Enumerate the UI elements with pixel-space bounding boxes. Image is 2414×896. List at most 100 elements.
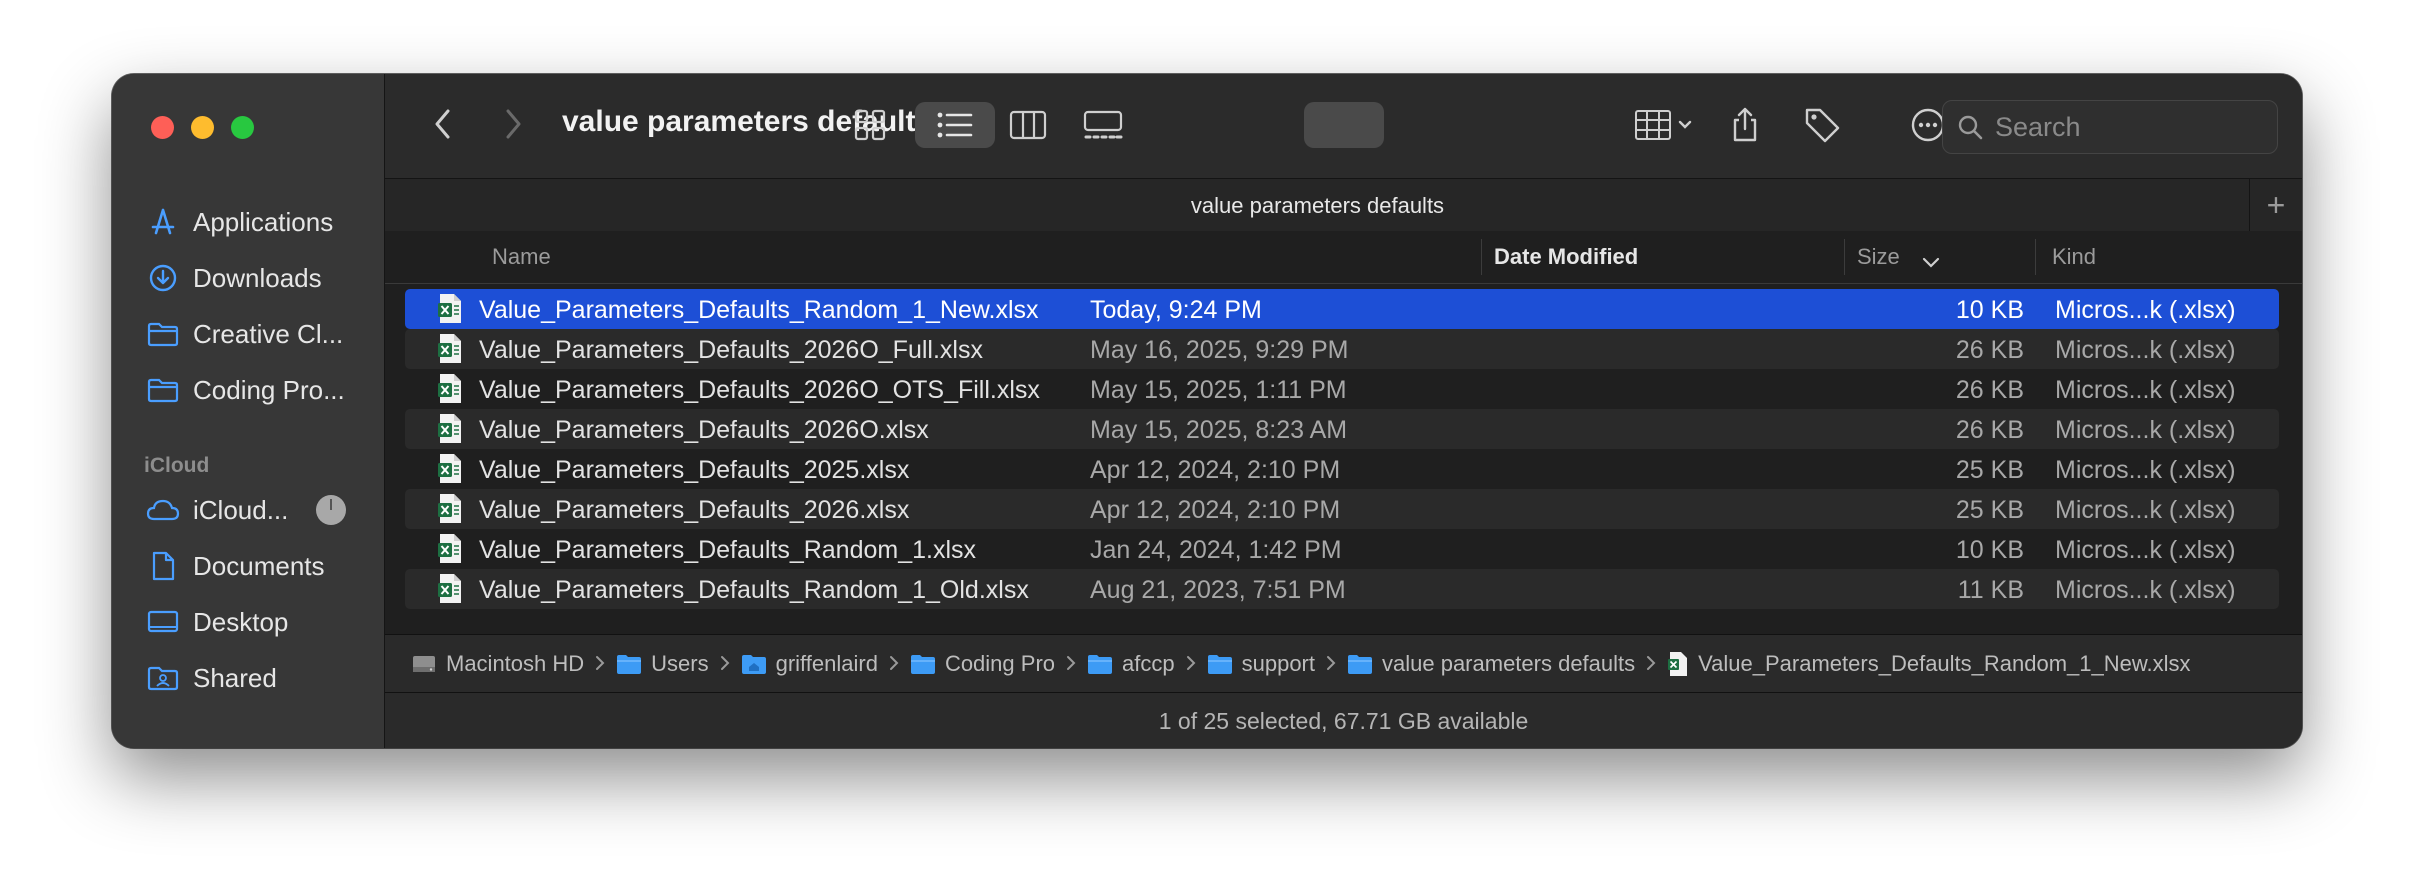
sidebar-item-documents[interactable]: Documents bbox=[146, 546, 325, 586]
gallery-view-button[interactable] bbox=[1073, 102, 1133, 148]
downloads-icon bbox=[146, 263, 180, 293]
search-placeholder: Search bbox=[1995, 111, 2081, 142]
home-folder-icon bbox=[741, 653, 767, 675]
path-separator-chevron-icon bbox=[595, 651, 605, 677]
gallery-icon bbox=[1083, 110, 1123, 139]
path-item[interactable]: Coding Pro bbox=[910, 651, 1055, 677]
file-row[interactable]: Value_Parameters_Defaults_Random_1_New.x… bbox=[405, 289, 2279, 329]
new-tab-button[interactable]: + bbox=[2249, 179, 2302, 231]
file-kind: Micros...k (.xlsx) bbox=[2055, 416, 2236, 444]
path-item[interactable]: support bbox=[1207, 651, 1315, 677]
folder-icon bbox=[1087, 653, 1113, 675]
tag-icon bbox=[1805, 108, 1840, 143]
file-size: 10 KB bbox=[1955, 296, 2024, 324]
path-item-label: Macintosh HD bbox=[446, 650, 585, 676]
path-item-label: Coding Pro bbox=[944, 650, 1056, 676]
file-kind: Micros...k (.xlsx) bbox=[2055, 456, 2236, 484]
folder-icon bbox=[616, 653, 642, 675]
file-date-modified: May 15, 2025, 1:11 PM bbox=[1090, 376, 1347, 404]
path-item[interactable]: griffenlaird bbox=[741, 651, 878, 677]
path-separator-chevron-icon bbox=[889, 651, 899, 677]
file-kind: Micros...k (.xlsx) bbox=[2055, 376, 2236, 404]
file-row[interactable]: Value_Parameters_Defaults_2025.xlsx Apr 1… bbox=[405, 449, 2279, 489]
path-item[interactable]: Value_Parameters_Defaults_Random_1_New.x… bbox=[1667, 651, 2191, 677]
sidebar-item-label: Coding Pro... bbox=[193, 374, 345, 405]
file-date-modified: Aug 21, 2023, 7:51 PM bbox=[1090, 576, 1346, 604]
sidebar-item-applications[interactable]: Applications bbox=[146, 202, 333, 242]
desktop-icon bbox=[146, 607, 180, 637]
path-item-label: support bbox=[1241, 650, 1315, 676]
path-bar: Macintosh HD Users griffenlaird Coding Pro a… bbox=[385, 634, 2302, 692]
file-row[interactable]: Value_Parameters_Defaults_2026O.xlsx May … bbox=[405, 409, 2279, 449]
file-name: Value_Parameters_Defaults_2026O_OTS_Fill… bbox=[479, 376, 1040, 404]
icloud-sync-status-icon bbox=[316, 495, 346, 525]
sidebar-item-desktop[interactable]: Desktop bbox=[146, 602, 288, 642]
sidebar-item-downloads[interactable]: Downloads bbox=[146, 258, 322, 298]
sidebar-item-icloud-drive[interactable]: iCloud... bbox=[146, 490, 288, 530]
list-view-button[interactable] bbox=[1304, 102, 1384, 148]
column-date-modified[interactable]: Date Modified bbox=[1494, 244, 1638, 270]
sidebar-item-creative-cloud[interactable]: Creative Cl... bbox=[146, 314, 343, 354]
sort-chevron-icon[interactable] bbox=[1922, 249, 1940, 275]
search-field[interactable]: Search bbox=[1942, 100, 2278, 154]
sidebar-item-coding-projects[interactable]: Coding Pro... bbox=[146, 370, 345, 410]
path-item[interactable]: afccp bbox=[1087, 651, 1175, 677]
folder-icon bbox=[910, 653, 936, 675]
sidebar-item-label: Applications bbox=[193, 206, 334, 237]
path-separator-chevron-icon bbox=[720, 651, 730, 677]
file-kind: Micros...k (.xlsx) bbox=[2055, 576, 2236, 604]
tab-bar: value parameters defaults + bbox=[385, 178, 2302, 232]
file-name: Value_Parameters_Defaults_2026.xlsx bbox=[479, 496, 910, 524]
tab-current[interactable]: value parameters defaults bbox=[385, 193, 2250, 219]
file-date-modified: Today, 9:24 PM bbox=[1090, 296, 1262, 324]
path-separator-chevron-icon bbox=[1186, 651, 1196, 677]
path-item-label: value parameters defaults bbox=[1382, 650, 1636, 676]
list-icon bbox=[937, 112, 973, 138]
folder-icon bbox=[1347, 653, 1373, 675]
zoom-window-button[interactable] bbox=[231, 116, 254, 139]
sidebar-item-label: iCloud... bbox=[193, 494, 289, 525]
search-icon bbox=[1958, 115, 1983, 140]
finder-window: Applications Downloads Creative Cl... Co… bbox=[112, 74, 2302, 748]
icon-view-button[interactable] bbox=[843, 102, 897, 148]
column-name[interactable]: Name bbox=[492, 244, 551, 270]
close-window-button[interactable] bbox=[151, 116, 174, 139]
path-separator-chevron-icon bbox=[1326, 651, 1336, 677]
path-separator-chevron-icon bbox=[1066, 651, 1076, 677]
cloud-icon bbox=[146, 495, 180, 525]
group-icon bbox=[1635, 110, 1692, 140]
path-item[interactable]: Users bbox=[616, 651, 709, 677]
applications-icon bbox=[146, 207, 180, 237]
path-item[interactable]: Macintosh HD bbox=[411, 651, 584, 677]
group-by-button[interactable] bbox=[1625, 102, 1705, 148]
column-kind[interactable]: Kind bbox=[2052, 244, 2096, 270]
tag-button[interactable] bbox=[1797, 102, 1847, 148]
path-item[interactable]: value parameters defaults bbox=[1347, 651, 1635, 677]
file-name: Value_Parameters_Defaults_Random_1_New.x… bbox=[479, 296, 1039, 324]
list-view-button-active[interactable] bbox=[915, 102, 995, 148]
folder-icon bbox=[1207, 653, 1233, 675]
back-button[interactable] bbox=[425, 106, 461, 142]
path-item-label: afccp bbox=[1122, 650, 1175, 676]
main-pane: value parameters defaults Search value p… bbox=[385, 74, 2302, 748]
file-size: 26 KB bbox=[1955, 336, 2024, 364]
minimize-window-button[interactable] bbox=[191, 116, 214, 139]
path-separator-chevron-icon bbox=[1646, 651, 1656, 677]
file-row[interactable]: Value_Parameters_Defaults_Random_1_Old.x… bbox=[405, 569, 2279, 609]
sidebar-item-shared[interactable]: Shared bbox=[146, 658, 277, 698]
file-kind: Micros...k (.xlsx) bbox=[2055, 496, 2236, 524]
file-date-modified: May 16, 2025, 9:29 PM bbox=[1090, 336, 1349, 364]
file-date-modified: Apr 12, 2024, 2:10 PM bbox=[1090, 496, 1341, 524]
column-size[interactable]: Size bbox=[1857, 244, 1900, 270]
file-row[interactable]: Value_Parameters_Defaults_Random_1.xlsx J… bbox=[405, 529, 2279, 569]
file-row[interactable]: Value_Parameters_Defaults_2026.xlsx Apr 1… bbox=[405, 489, 2279, 529]
file-size: 10 KB bbox=[1955, 536, 2024, 564]
file-name: Value_Parameters_Defaults_Random_1_Old.x… bbox=[479, 576, 1029, 604]
share-button[interactable] bbox=[1721, 102, 1769, 148]
file-date-modified: Jan 24, 2024, 1:42 PM bbox=[1090, 536, 1342, 564]
forward-button[interactable] bbox=[495, 106, 531, 142]
file-row[interactable]: Value_Parameters_Defaults_2026O_Full.xls… bbox=[405, 329, 2279, 369]
column-view-button[interactable] bbox=[1001, 102, 1055, 148]
file-row[interactable]: Value_Parameters_Defaults_2026O_OTS_Fill… bbox=[405, 369, 2279, 409]
file-kind: Micros...k (.xlsx) bbox=[2055, 336, 2236, 364]
